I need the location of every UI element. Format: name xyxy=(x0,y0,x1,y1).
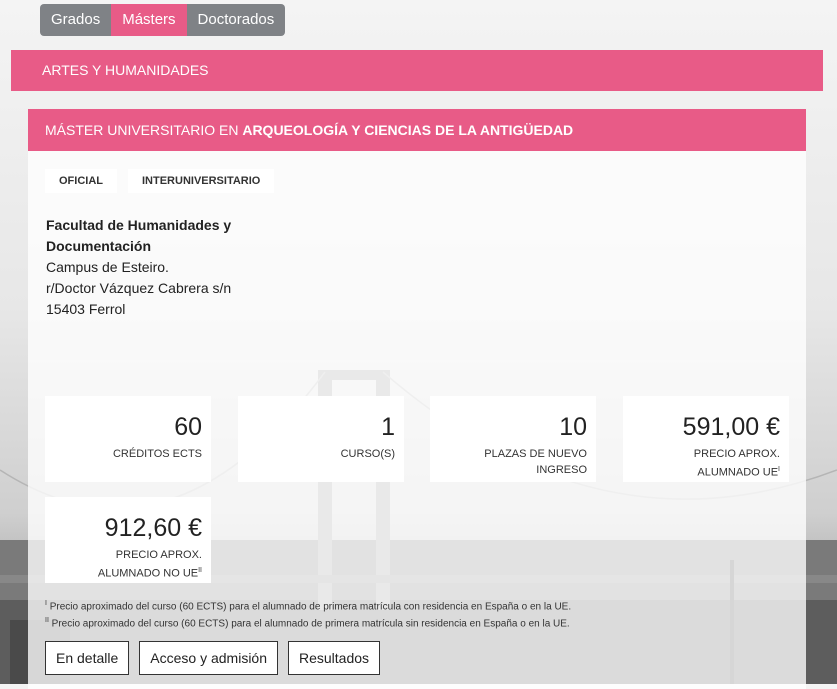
stat-label: PRECIO APROX. ALUMNADO UEI xyxy=(623,446,780,481)
stat-label: PLAZAS DE NUEVO INGRESO xyxy=(484,448,587,476)
program-address: Facultad de Humanidades y Documentación … xyxy=(46,215,236,320)
footnote-marker: I xyxy=(778,466,780,473)
stat-label: CRÉDITOS ECTS xyxy=(112,448,202,460)
results-button[interactable]: Resultados xyxy=(288,641,381,675)
stat-value: 1 xyxy=(381,413,395,441)
stat-courses: 1 CURSO(S) xyxy=(238,396,404,482)
admission-button[interactable]: Acceso y admisión xyxy=(139,641,278,675)
tab-masters[interactable]: Másters xyxy=(111,4,187,36)
action-buttons: En detalle Acceso y admisión Resultados xyxy=(45,641,381,675)
footnote-text: Precio aproximado del curso (60 ECTS) pa… xyxy=(49,601,572,613)
level-tabs: Grados Másters Doctorados xyxy=(40,4,286,36)
footnote: I Precio aproximado del curso (60 ECTS) … xyxy=(45,597,571,614)
program-badges: OFICIAL INTERUNIVERSITARIO xyxy=(45,169,275,193)
tab-doctorados[interactable]: Doctorados xyxy=(186,4,286,36)
program-title-prefix: MÁSTER UNIVERSITARIO EN xyxy=(45,122,239,138)
stat-label: PRECIO APROX. ALUMNADO NO UEII xyxy=(45,547,202,582)
badge-oficial: OFICIAL xyxy=(45,169,117,193)
program-card: MÁSTER UNIVERSITARIO EN ARQUEOLOGÍA Y CI… xyxy=(28,109,806,689)
address-line: Campus de Esteiro. xyxy=(46,259,169,275)
details-button[interactable]: En detalle xyxy=(45,641,130,675)
stat-value: 10 xyxy=(559,413,587,441)
stat-credits: 60 CRÉDITOS ECTS xyxy=(45,396,211,482)
tab-grados[interactable]: Grados xyxy=(40,4,112,36)
program-title[interactable]: MÁSTER UNIVERSITARIO EN ARQUEOLOGÍA Y CI… xyxy=(28,109,806,151)
stat-price-non-eu: 912,60 € PRECIO APROX. ALUMNADO NO UEII xyxy=(45,497,211,583)
stat-price-eu: 591,00 € PRECIO APROX. ALUMNADO UEI xyxy=(623,396,789,482)
address-line: 15403 Ferrol xyxy=(46,301,126,317)
stat-value: 912,60 € xyxy=(104,514,202,542)
stat-value: 60 xyxy=(174,413,202,441)
stat-label-text: PRECIO APROX. ALUMNADO UE xyxy=(693,448,780,479)
address-line: r/Doctor Vázquez Cabrera s/n xyxy=(46,280,232,296)
footnote-marker: II xyxy=(198,567,202,574)
category-header: ARTES Y HUMANIDADES xyxy=(11,50,823,91)
footnote: II Precio aproximado del curso (60 ECTS)… xyxy=(45,614,571,631)
stat-value: 591,00 € xyxy=(682,413,780,441)
stat-label: CURSO(S) xyxy=(340,448,395,460)
stat-label-text: PRECIO APROX. ALUMNADO NO UE xyxy=(97,549,202,580)
footnote-marker: II xyxy=(45,617,49,625)
faculty-name: Facultad de Humanidades y Documentación xyxy=(46,217,232,254)
program-title-name: ARQUEOLOGÍA Y CIENCIAS DE LA ANTIGÜEDAD xyxy=(242,122,574,138)
footnote-text: Precio aproximado del curso (60 ECTS) pa… xyxy=(51,618,570,630)
stat-places: 10 PLAZAS DE NUEVO INGRESO xyxy=(430,396,596,482)
badge-interuniversitario: INTERUNIVERSITARIO xyxy=(128,169,275,193)
footnote-marker: I xyxy=(45,600,47,607)
price-footnotes: I Precio aproximado del curso (60 ECTS) … xyxy=(45,597,571,632)
